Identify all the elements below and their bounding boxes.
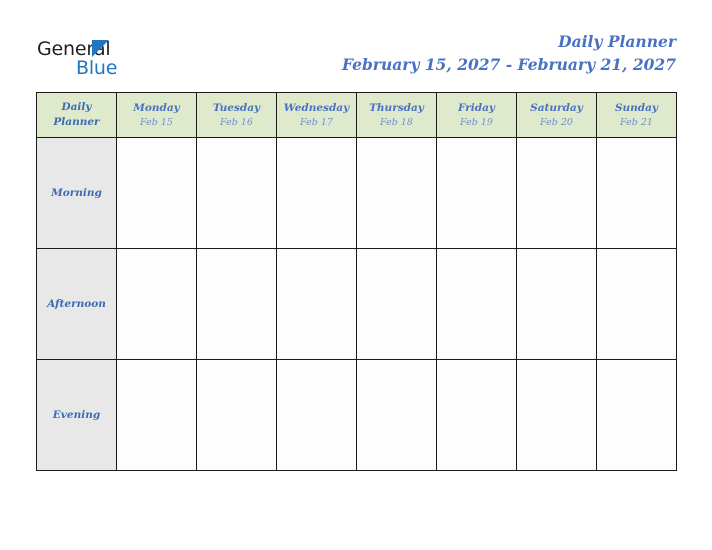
day-name-label: Sunday [614,101,659,114]
day-name-label: Wednesday [283,101,350,114]
row-label-text: Morning [51,187,102,199]
planner-cell-evening-wednesday[interactable] [276,359,357,471]
planner-cell-morning-saturday[interactable] [516,137,597,249]
table-row-afternoon: Afternoon [36,248,677,360]
planner-cell-morning-thursday[interactable] [356,137,437,249]
planner-cell-evening-saturday[interactable] [516,359,597,471]
day-date-label: Feb 21 [620,116,653,128]
row-label-afternoon: Afternoon [36,248,117,360]
day-header-thursday: Thursday Feb 18 [356,92,437,138]
day-header-sunday: Sunday Feb 21 [596,92,677,138]
planner-cell-afternoon-saturday[interactable] [516,248,597,360]
day-name-label: Monday [133,101,180,114]
corner-label-line1: Daily [61,101,92,113]
corner-header-cell: Daily Planner [36,92,117,138]
table-header-row: Daily Planner Monday Feb 15 Tuesday Feb … [36,92,677,138]
day-header-saturday: Saturday Feb 20 [516,92,597,138]
row-label-evening: Evening [36,359,117,471]
planner-cell-morning-sunday[interactable] [596,137,677,249]
row-label-text: Afternoon [47,298,106,310]
page-header: General Blue Daily Planner February 15, … [0,0,712,92]
day-name-label: Friday [457,101,496,114]
planner-cell-evening-monday[interactable] [116,359,197,471]
generalblue-logo: General Blue [37,38,157,80]
corner-label-line2: Planner [53,116,100,128]
logo-word-blue: Blue [76,57,118,79]
planner-cell-evening-tuesday[interactable] [196,359,277,471]
day-date-label: Feb 18 [380,116,413,128]
planner-cell-evening-friday[interactable] [436,359,517,471]
row-label-morning: Morning [36,137,117,249]
table-row-morning: Morning [36,137,677,249]
page-title: Daily Planner [558,32,676,51]
weekly-planner-table: Daily Planner Monday Feb 15 Tuesday Feb … [36,92,677,471]
planner-cell-afternoon-wednesday[interactable] [276,248,357,360]
day-header-wednesday: Wednesday Feb 17 [276,92,357,138]
day-name-label: Thursday [369,101,424,114]
planner-cell-afternoon-thursday[interactable] [356,248,437,360]
planner-cell-afternoon-friday[interactable] [436,248,517,360]
title-block: Daily Planner February 15, 2027 - Februa… [342,32,676,76]
day-header-tuesday: Tuesday Feb 16 [196,92,277,138]
planner-cell-morning-friday[interactable] [436,137,517,249]
date-range: February 15, 2027 - February 21, 2027 [341,55,676,74]
day-date-label: Feb 19 [460,116,493,128]
day-date-label: Feb 17 [300,116,333,128]
table-row-evening: Evening [36,359,677,471]
planner-cell-afternoon-sunday[interactable] [596,248,677,360]
planner-cell-evening-sunday[interactable] [596,359,677,471]
day-date-label: Feb 16 [220,116,253,128]
planner-cell-morning-wednesday[interactable] [276,137,357,249]
day-header-friday: Friday Feb 19 [436,92,517,138]
planner-cell-evening-thursday[interactable] [356,359,437,471]
day-date-label: Feb 20 [540,116,573,128]
triangle-icon [92,40,109,57]
day-date-label: Feb 15 [140,116,173,128]
planner-cell-afternoon-monday[interactable] [116,248,197,360]
planner-cell-afternoon-tuesday[interactable] [196,248,277,360]
planner-cell-morning-monday[interactable] [116,137,197,249]
planner-cell-morning-tuesday[interactable] [196,137,277,249]
row-label-text: Evening [52,409,101,421]
day-name-label: Saturday [530,101,583,114]
day-header-monday: Monday Feb 15 [116,92,197,138]
day-name-label: Tuesday [212,101,261,114]
